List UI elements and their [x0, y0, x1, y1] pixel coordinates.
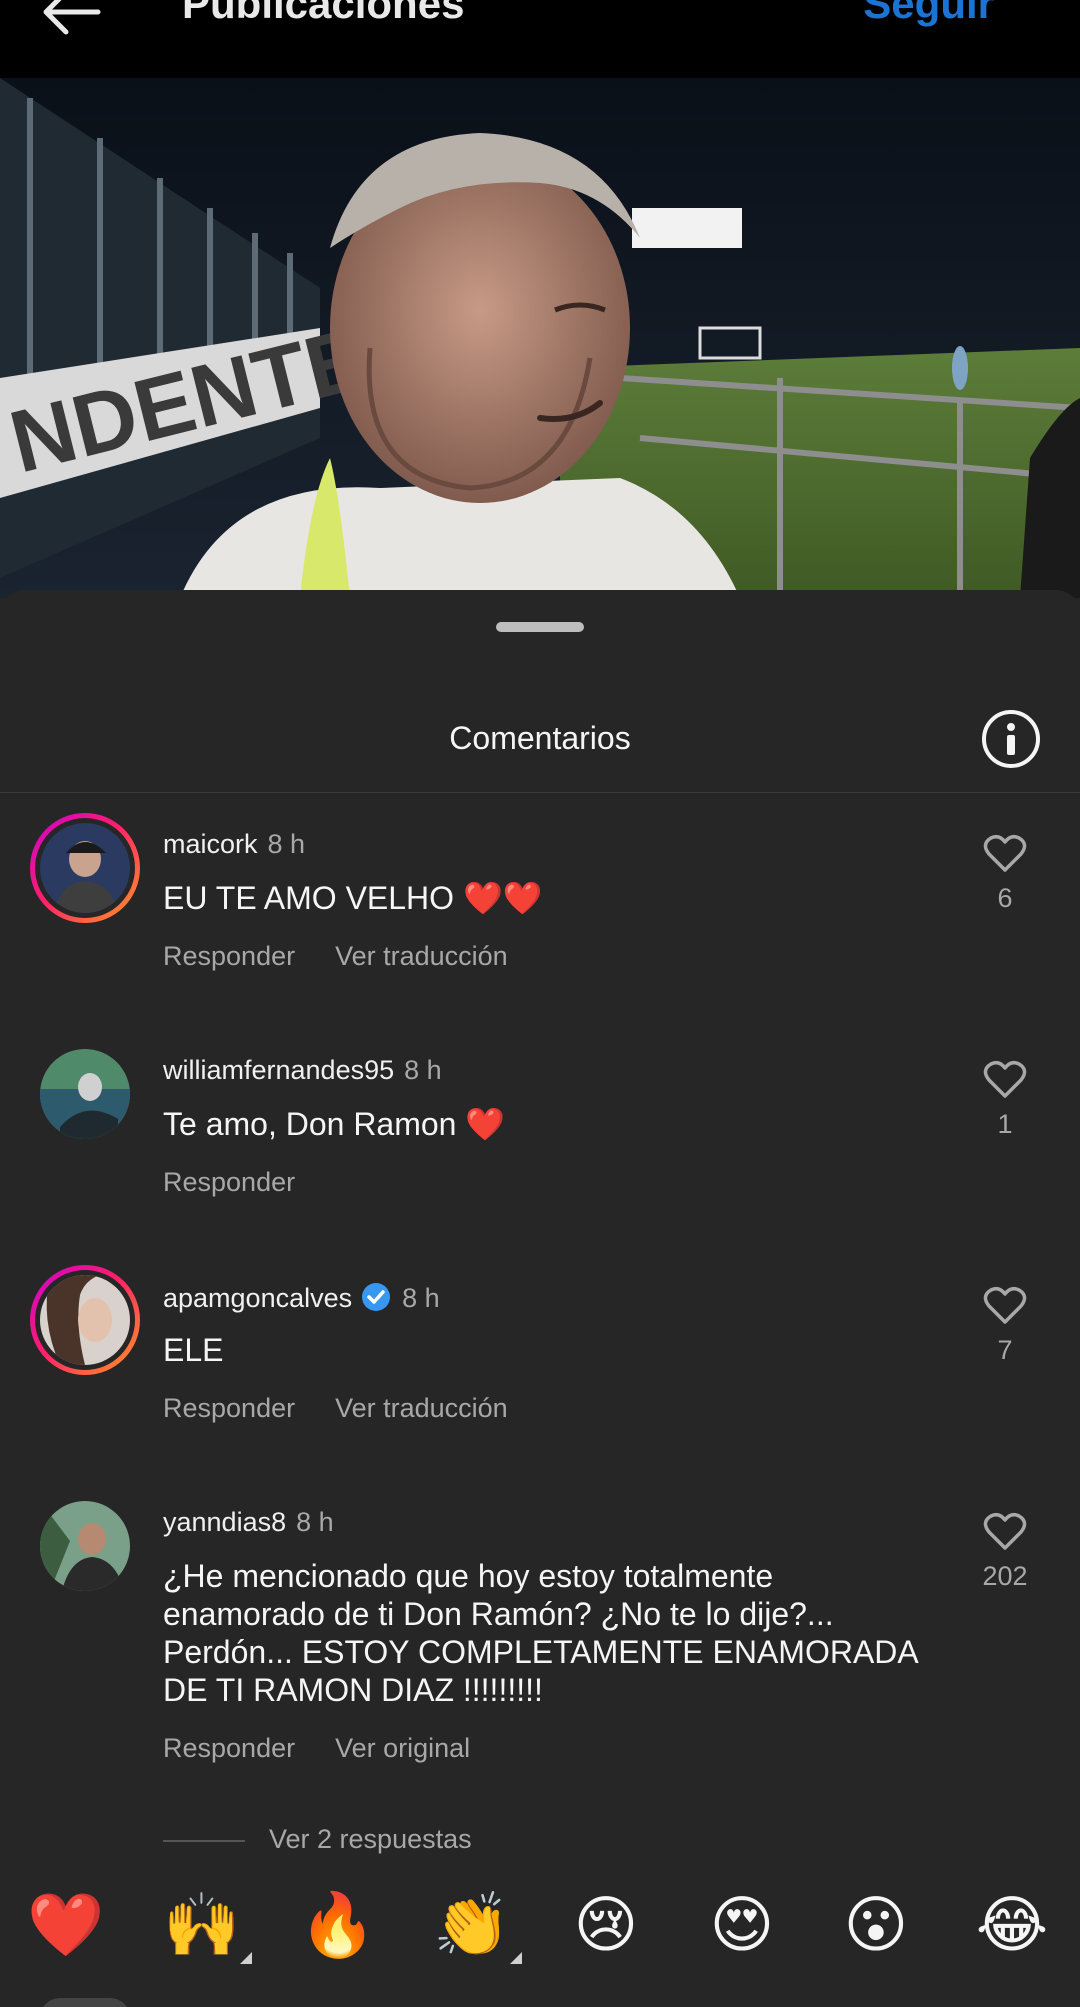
emoji-surprised-face[interactable]: 😮 — [836, 1880, 916, 1970]
emoji-raising-hands[interactable]: 🙌 — [162, 1880, 252, 1970]
comment-username[interactable]: apamgoncalves — [163, 1283, 352, 1313]
emoji-heart-eyes[interactable]: 😍 — [702, 1880, 782, 1970]
heart-icon[interactable] — [983, 1285, 1027, 1325]
skin-tone-indicator-icon — [240, 1952, 252, 1964]
emoji-fire[interactable]: 🔥 — [298, 1880, 378, 1970]
follow-button[interactable]: Seguir — [863, 0, 994, 28]
comment-actions: Responder Ver traducción — [163, 1393, 548, 1424]
avatar — [40, 1275, 130, 1365]
post-photo-scene: NDENTE — [0, 78, 1080, 598]
translate-button[interactable]: Ver traducción — [335, 1393, 508, 1423]
sheet-title: Comentarios — [449, 720, 631, 756]
translate-button[interactable]: Ver original — [335, 1733, 470, 1763]
emoji-clapping-hands[interactable]: 👏 — [432, 1880, 522, 1970]
like-count: 1 — [997, 1109, 1013, 1139]
emoji-red-heart[interactable]: ❤️ — [26, 1880, 106, 1970]
heart-icon[interactable] — [983, 833, 1027, 873]
comment-actions: Responder Ver traducción — [163, 941, 548, 972]
like-control[interactable]: 202 — [970, 1511, 1040, 1592]
avatar-story-ring[interactable] — [30, 1265, 140, 1375]
replies-line — [163, 1839, 245, 1842]
comment-actions: Responder Ver original — [163, 1733, 510, 1764]
comment-username[interactable]: maicork — [163, 829, 258, 859]
comment-time: 8 h — [404, 1055, 442, 1085]
page-title: Publicaciones — [182, 0, 465, 27]
view-replies-label: Ver 2 respuestas — [269, 1824, 472, 1854]
comment-time: 8 h — [296, 1507, 334, 1537]
post-photo: NDENTE — [0, 78, 1080, 598]
like-control[interactable]: 7 — [970, 1285, 1040, 1366]
drag-handle[interactable] — [496, 622, 584, 632]
avatar-story-ring[interactable] — [30, 813, 140, 923]
next-avatar-peek — [40, 1998, 130, 2007]
reply-button[interactable]: Responder — [163, 1733, 295, 1763]
emoji-crying-face[interactable]: 😢 — [566, 1880, 646, 1970]
skin-tone-indicator-icon — [510, 1952, 522, 1964]
info-icon[interactable] — [982, 710, 1040, 768]
comment-text: ELE — [163, 1332, 224, 1368]
comment-username[interactable]: williamfernandes95 — [163, 1055, 394, 1085]
translate-button[interactable]: Ver traducción — [335, 941, 508, 971]
view-replies-button[interactable]: Ver 2 respuestas — [163, 1824, 472, 1855]
comments-sheet: Comentarios — [0, 590, 1080, 2007]
comment-time: 8 h — [402, 1283, 440, 1313]
comment-text: Te amo, Don Ramon ❤️ — [163, 1106, 506, 1142]
like-control[interactable]: 6 — [970, 833, 1040, 914]
heart-icon[interactable] — [983, 1511, 1027, 1551]
avatar — [40, 823, 130, 913]
heart-icon[interactable] — [983, 1059, 1027, 1099]
verified-badge-icon — [362, 1283, 391, 1311]
comment-text: EU TE AMO VELHO ❤️❤️ — [163, 880, 543, 916]
emoji-clapping-hands-glyph: 👏 — [433, 1888, 511, 1961]
like-count: 6 — [997, 883, 1013, 913]
comment-username[interactable]: yanndias8 — [163, 1507, 286, 1537]
avatar[interactable] — [40, 1501, 130, 1591]
like-count: 7 — [997, 1335, 1013, 1365]
like-count: 202 — [982, 1561, 1028, 1591]
back-arrow-icon[interactable] — [38, 0, 102, 46]
emoji-reaction-bar: ❤️ 🙌 🔥 👏 😢 😍 😮 😂 — [0, 1880, 1080, 1970]
reply-button[interactable]: Responder — [163, 941, 295, 971]
comment-text: ¿He mencionado que hoy estoy totalmente … — [163, 1558, 917, 1708]
reply-button[interactable]: Responder — [163, 1393, 295, 1423]
like-control[interactable]: 1 — [970, 1059, 1040, 1140]
comment-actions: Responder — [163, 1167, 335, 1198]
reply-button[interactable]: Responder — [163, 1167, 295, 1197]
divider — [0, 792, 1080, 793]
avatar[interactable] — [40, 1049, 130, 1139]
comment-time: 8 h — [267, 829, 306, 859]
emoji-tears-of-joy[interactable]: 😂 — [972, 1880, 1052, 1970]
top-bar: Publicaciones Seguir — [0, 0, 1080, 78]
emoji-raising-hands-glyph: 🙌 — [163, 1888, 241, 1961]
